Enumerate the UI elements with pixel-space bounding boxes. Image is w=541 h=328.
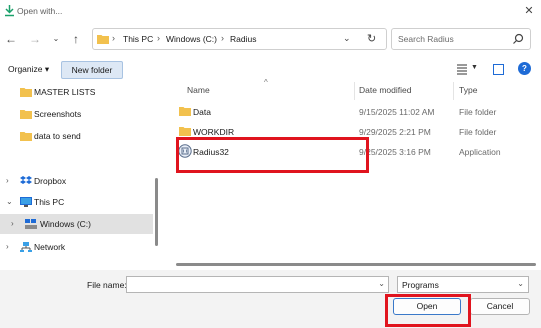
highlight-box-open: [385, 294, 471, 327]
folder-icon: [20, 110, 32, 119]
address-dropdown-icon[interactable]: ⌄: [343, 33, 351, 44]
expand-chevron-icon[interactable]: ›: [6, 237, 9, 257]
download-icon: [5, 5, 14, 17]
sidebar-item-data-to-send[interactable]: data to send: [0, 126, 155, 146]
chevron-down-icon: ⌄: [517, 279, 524, 288]
help-icon[interactable]: ?: [518, 62, 531, 75]
preview-pane-icon[interactable]: [493, 64, 504, 75]
file-type-select[interactable]: Programs ⌄: [397, 276, 529, 293]
drive-icon: [25, 219, 37, 229]
column-header-type[interactable]: Type: [459, 85, 477, 95]
expand-chevron-icon[interactable]: ›: [6, 171, 9, 191]
sidebar-item-label: Dropbox: [34, 176, 67, 186]
folder-icon: [179, 107, 191, 116]
folder-icon: [179, 127, 191, 136]
refresh-icon[interactable]: ↻: [367, 32, 376, 45]
title-bar: Open with... ✕: [0, 0, 541, 22]
search-input[interactable]: Search Radius: [391, 28, 531, 50]
file-list: ^ Name Date modified Type Data 9/15/2025…: [171, 78, 541, 267]
column-header-name[interactable]: Name: [187, 85, 210, 95]
file-date: 9/29/2025 2:21 PM: [359, 127, 431, 137]
sidebar-item-master-lists[interactable]: MASTER LISTS: [0, 82, 155, 102]
file-name: Data: [193, 107, 211, 117]
sidebar-item-label: This PC: [34, 197, 65, 207]
breadcrumb-radius[interactable]: Radius: [230, 34, 256, 44]
close-icon[interactable]: ✕: [521, 3, 537, 19]
search-icon: [513, 33, 524, 44]
forward-icon[interactable]: →: [27, 31, 43, 47]
column-divider[interactable]: [453, 82, 454, 100]
file-type: File folder: [459, 107, 497, 117]
file-name: WORKDIR: [193, 127, 235, 137]
sidebar-item-label: Windows (C:): [40, 219, 92, 229]
organize-button[interactable]: Organize ▾: [8, 64, 49, 75]
file-date: 9/15/2025 11:02 AM: [359, 107, 435, 117]
chevron-right-icon: ›: [157, 33, 160, 43]
sidebar-item-label: Screenshots: [34, 109, 82, 119]
new-folder-button[interactable]: New folder: [61, 61, 123, 79]
sidebar-item-label: data to send: [34, 131, 81, 141]
file-type-value: Programs: [402, 280, 439, 290]
dropbox-icon: [20, 176, 32, 184]
command-bar: Organize ▾ New folder ▼ ?: [0, 58, 541, 82]
cancel-button[interactable]: Cancel: [470, 298, 530, 315]
file-type: File folder: [459, 127, 497, 137]
folder-icon: [20, 132, 32, 141]
horizontal-scrollbar[interactable]: [176, 263, 536, 266]
sort-ascending-icon: ^: [264, 78, 268, 87]
chevron-down-icon[interactable]: ⌄: [378, 279, 385, 288]
chevron-right-icon: ›: [221, 33, 224, 43]
up-icon[interactable]: ↑: [68, 31, 84, 47]
navigation-bar: ← → ⌄ ↑ › This PC › Windows (C:) › Radiu…: [0, 22, 541, 56]
folder-icon: [20, 88, 32, 97]
window-title: Open with...: [17, 6, 63, 16]
recent-chevron-icon[interactable]: ⌄: [48, 31, 64, 47]
sidebar-item-screenshots[interactable]: Screenshots: [0, 104, 155, 124]
column-divider[interactable]: [354, 82, 355, 100]
sidebar-item-windows-c[interactable]: › Windows (C:): [0, 214, 153, 234]
search-placeholder: Search Radius: [398, 34, 454, 44]
navigation-pane: MASTER LISTS Screenshots data to send › …: [0, 82, 160, 267]
file-row-data[interactable]: Data 9/15/2025 11:02 AM File folder: [171, 102, 541, 122]
breadcrumb-this-pc[interactable]: This PC: [123, 34, 153, 44]
file-name-label: File name:: [87, 280, 127, 290]
network-icon: [20, 242, 32, 252]
column-header-date-modified[interactable]: Date modified: [359, 85, 411, 95]
file-name-input[interactable]: ⌄: [126, 276, 389, 293]
view-dropdown-icon[interactable]: ▼: [471, 64, 478, 71]
sidebar-item-network[interactable]: › Network: [0, 237, 155, 257]
back-icon[interactable]: ←: [3, 31, 19, 47]
view-options-icon[interactable]: [456, 63, 468, 75]
breadcrumb-windows-c[interactable]: Windows (C:): [166, 34, 217, 44]
computer-icon: [20, 197, 32, 207]
sidebar-item-dropbox[interactable]: › Dropbox: [0, 171, 155, 191]
folder-icon: [97, 35, 109, 44]
collapse-chevron-icon[interactable]: ⌄: [6, 192, 13, 212]
sidebar-scrollbar[interactable]: [155, 178, 158, 246]
highlight-box-radius32: [176, 137, 369, 173]
sidebar-item-label: Network: [34, 242, 66, 252]
sidebar-item-label: MASTER LISTS: [34, 87, 96, 97]
expand-chevron-icon[interactable]: ›: [11, 214, 14, 234]
file-date: 9/25/2025 3:16 PM: [359, 147, 431, 157]
file-type: Application: [459, 147, 501, 157]
sidebar-item-this-pc[interactable]: ⌄ This PC: [0, 192, 155, 212]
chevron-right-icon: ›: [112, 33, 115, 43]
address-bar[interactable]: › This PC › Windows (C:) › Radius ⌄ ↻: [92, 28, 387, 50]
